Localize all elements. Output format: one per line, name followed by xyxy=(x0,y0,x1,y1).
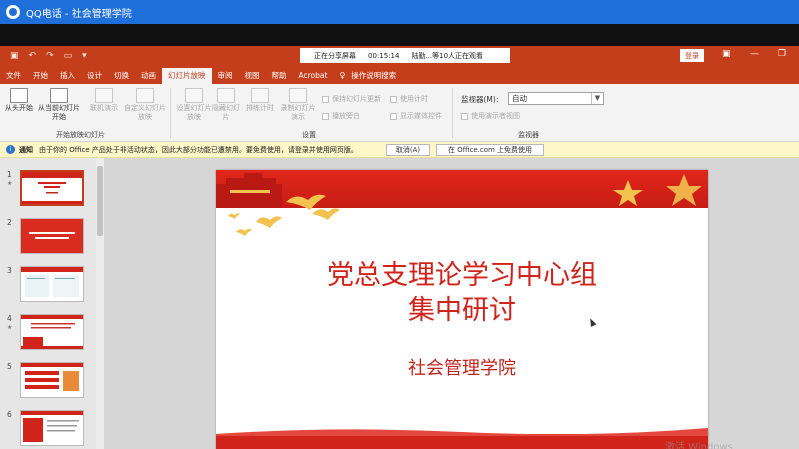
slide-thumbnail-5[interactable] xyxy=(20,362,84,398)
share-elapsed: 00:15:14 xyxy=(368,51,400,60)
present-icon[interactable]: ▭ xyxy=(64,51,73,61)
slide-title[interactable]: 党总支理论学习中心组 集中研讨 xyxy=(216,258,708,328)
use-timings-checkbox[interactable]: 使用计时 xyxy=(390,94,428,104)
from-current-button[interactable]: 从当前幻灯片开始 xyxy=(36,88,82,122)
tab-design[interactable]: 设计 xyxy=(81,68,108,84)
setup-show-button[interactable]: 设置幻灯片放映 xyxy=(174,88,214,122)
show-media-controls-checkbox[interactable]: 显示媒体控件 xyxy=(390,111,442,121)
notification-message: 由于你的 Office 产品处于非活动状态，因此大部分功能已遭禁用。要免费使用，… xyxy=(39,145,358,154)
qq-window-title: QQ电话 - 社会管理学院 xyxy=(26,8,132,20)
thumbnail-preview xyxy=(21,411,83,442)
current-slide[interactable]: 党总支理论学习中心组 集中研讨 社会管理学院 xyxy=(216,170,708,449)
qq-call-titlebar: QQ电话 - 社会管理学院 xyxy=(0,0,799,24)
ribbon-slideshow: 从头开始 从当前幻灯片开始 联机演示 自定义幻灯片放映 开始放映幻灯片 设置幻灯… xyxy=(0,84,799,142)
tab-file[interactable]: 文件 xyxy=(0,68,27,84)
present-online-icon xyxy=(95,88,113,103)
minimize-icon[interactable]: — xyxy=(750,49,759,59)
record-icon xyxy=(289,88,307,103)
redo-icon[interactable]: ↷ xyxy=(46,51,54,61)
rehearse-timings-button[interactable]: 排练计时 xyxy=(242,88,278,113)
screen-share-gap xyxy=(0,24,799,46)
slide-thumbnail-4[interactable] xyxy=(20,314,84,350)
scrollbar-thumb[interactable] xyxy=(97,166,103,236)
play-narration-checkbox[interactable]: 播放旁白 xyxy=(322,111,360,121)
hide-slide-button[interactable]: 隐藏幻灯片 xyxy=(212,88,240,122)
slide-thumbnail-3[interactable] xyxy=(20,266,84,302)
tab-insert[interactable]: 插入 xyxy=(54,68,81,84)
start-group-label: 开始放映幻灯片 xyxy=(56,131,105,139)
slideshow-current-icon xyxy=(50,88,68,103)
slideshow-start-icon xyxy=(10,88,28,103)
setup-group-label: 设置 xyxy=(302,131,316,139)
monitor-select[interactable]: 自动 ▼ xyxy=(508,92,604,105)
customize-toolbar-icon[interactable]: ▾ xyxy=(82,51,87,61)
thumbnail-preview xyxy=(21,219,83,253)
group-divider xyxy=(452,88,453,138)
thumbnails-scrollbar[interactable] xyxy=(96,158,104,449)
use-free-online-button[interactable]: 在 Office.com 上免费使用 xyxy=(436,144,544,156)
slide-thumbnail-2[interactable] xyxy=(20,218,84,254)
tell-me-search[interactable]: 操作说明搜索 xyxy=(345,68,402,84)
rehearse-clock-icon xyxy=(251,88,269,103)
ppt-titlebar: ▣ ↶ ↷ ▭ ▾ 正在分享屏幕 00:15:14 陆勤...等10人正在观看 … xyxy=(0,46,799,66)
ribbon-display-icon[interactable]: ▣ xyxy=(722,49,731,59)
custom-show-button[interactable]: 自定义幻灯片放映 xyxy=(124,88,166,122)
thumb-number: 4 xyxy=(7,314,12,323)
presenter-view-checkbox[interactable]: 使用演示者视图 xyxy=(461,111,520,121)
tab-animations[interactable]: 动画 xyxy=(135,68,162,84)
animation-star-icon: ★ xyxy=(7,324,13,331)
tab-review[interactable]: 审阅 xyxy=(212,68,239,84)
slide-thumbnails-pane: 1 ★ 2 3 4 ★ 5 6 xyxy=(0,158,104,449)
inactive-product-notification: i 通知 由于你的 Office 产品处于非活动状态，因此大部分功能已遭禁用。要… xyxy=(0,142,799,158)
tab-view[interactable]: 视图 xyxy=(239,68,266,84)
tab-help[interactable]: 帮助 xyxy=(266,68,293,84)
thumbnail-preview xyxy=(22,172,82,204)
tab-transitions[interactable]: 切换 xyxy=(108,68,135,84)
save-icon[interactable]: ▣ xyxy=(10,51,19,61)
thumb-number: 2 xyxy=(7,218,12,227)
custom-show-icon xyxy=(136,88,154,103)
from-beginning-button[interactable]: 从头开始 xyxy=(4,88,34,113)
dismiss-button[interactable]: 取消(A) xyxy=(386,144,430,156)
share-status: 正在分享屏幕 xyxy=(314,51,356,60)
animation-star-icon: ★ xyxy=(7,180,13,187)
keep-updated-checkbox[interactable]: 保持幻灯片更新 xyxy=(322,94,381,104)
setup-show-icon xyxy=(185,88,203,103)
activate-windows-watermark: 激活 Windows xyxy=(665,442,733,449)
chevron-down-icon: ▼ xyxy=(591,93,603,104)
hide-slide-icon xyxy=(217,88,235,103)
monitor-group-label: 监视器 xyxy=(518,131,539,139)
slide-subtitle[interactable]: 社会管理学院 xyxy=(216,354,708,380)
thumbnail-preview xyxy=(21,363,83,391)
notification-title: 通知 xyxy=(19,145,33,154)
slide-editor: 党总支理论学习中心组 集中研讨 社会管理学院 xyxy=(104,158,799,449)
ribbon-tabs: 文件 开始 插入 设计 切换 动画 幻灯片放映 审阅 视图 帮助 Acrobat… xyxy=(0,66,799,84)
tab-acrobat[interactable]: Acrobat xyxy=(293,68,334,84)
share-viewers: 陆勤...等10人正在观看 xyxy=(411,51,484,60)
undo-icon[interactable]: ↶ xyxy=(29,51,37,61)
group-divider xyxy=(170,88,171,138)
thumbnail-preview xyxy=(21,267,83,297)
present-online-button[interactable]: 联机演示 xyxy=(86,88,122,113)
monitor-label: 监视器(M): xyxy=(461,95,499,104)
screen-share-status-bar: 正在分享屏幕 00:15:14 陆勤...等10人正在观看 xyxy=(300,48,510,63)
thumb-number: 3 xyxy=(7,266,12,275)
slide-title-line2: 集中研讨 xyxy=(408,295,516,326)
info-icon: i xyxy=(6,145,15,154)
thumb-number: 1 xyxy=(7,170,12,179)
qq-logo-icon xyxy=(6,5,20,19)
tab-home[interactable]: 开始 xyxy=(27,68,54,84)
record-slideshow-button[interactable]: 录制幻灯片演示 xyxy=(278,88,318,122)
slide-thumbnail-6[interactable] xyxy=(20,410,84,446)
thumb-number: 6 xyxy=(7,410,12,419)
login-button[interactable]: 登录 xyxy=(680,49,704,62)
thumb-number: 5 xyxy=(7,362,12,371)
tab-slideshow[interactable]: 幻灯片放映 xyxy=(162,68,212,84)
thumbnail-preview xyxy=(21,315,83,349)
restore-icon[interactable]: ❐ xyxy=(778,49,786,59)
slide-thumbnail-1[interactable] xyxy=(20,170,84,206)
slide-title-line1: 党总支理论学习中心组 xyxy=(327,260,597,291)
